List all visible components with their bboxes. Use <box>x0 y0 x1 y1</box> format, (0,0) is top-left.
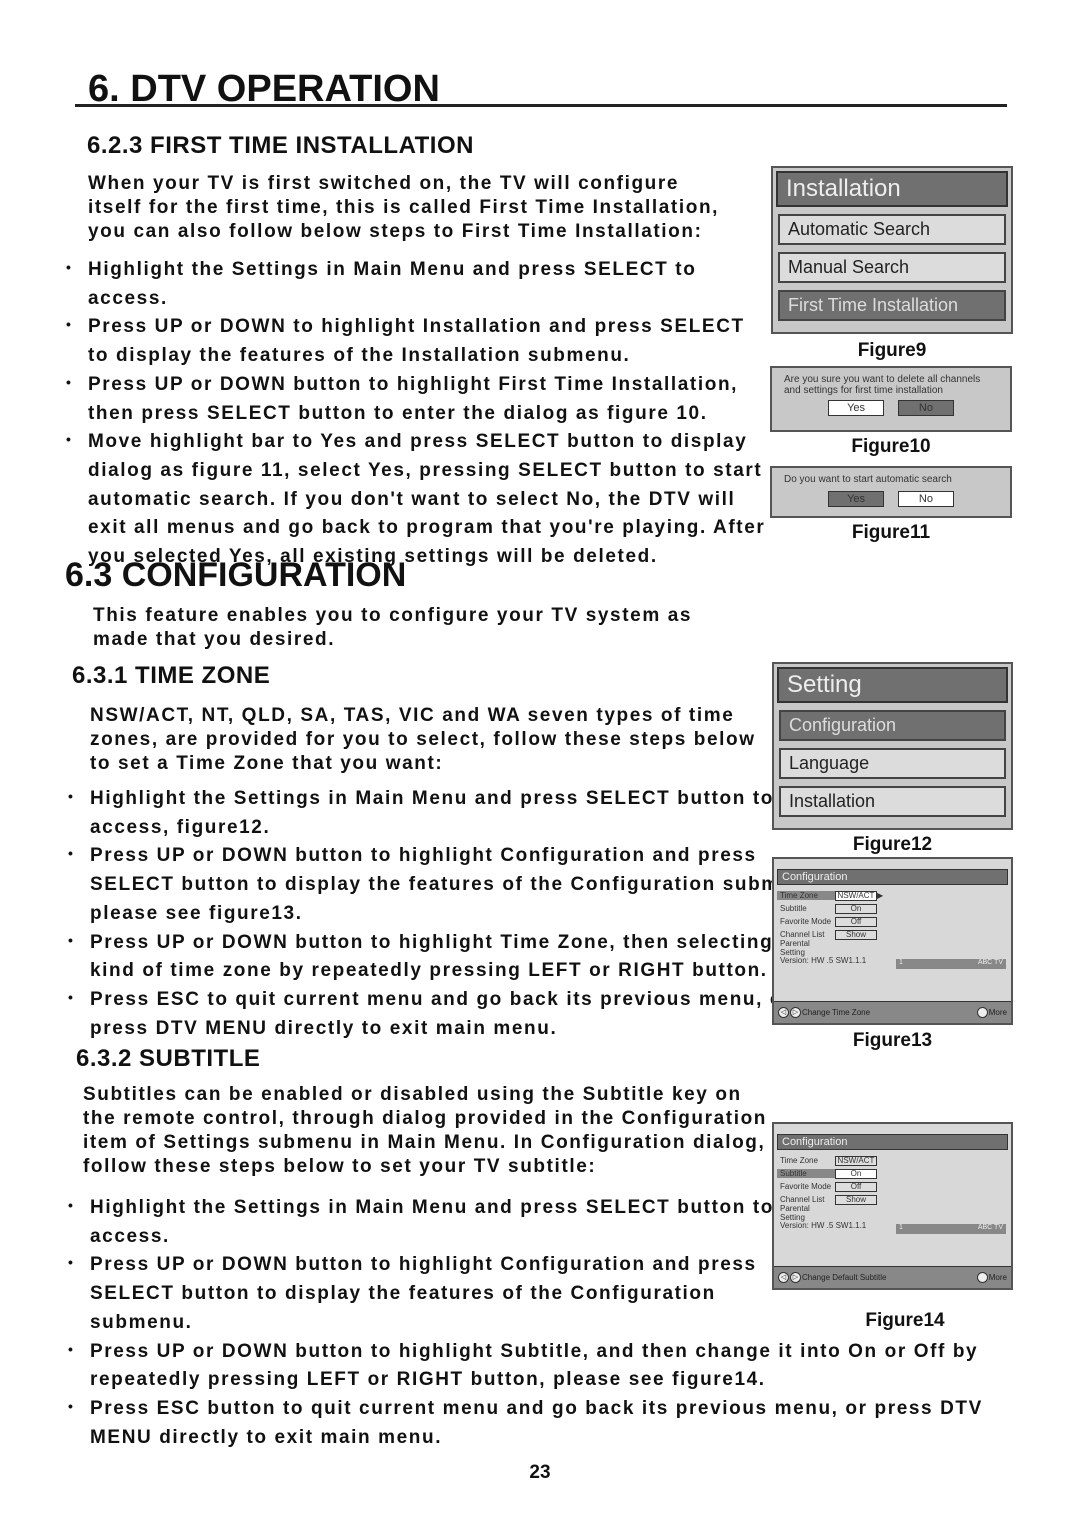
figure-caption: Figure14 <box>860 1310 950 1332</box>
list-item: Highlight the Settings in Main Menu and … <box>68 1191 788 1251</box>
list-item: Press ESC button to quit current menu an… <box>68 1392 988 1452</box>
row-label: Time Zone <box>780 1156 818 1165</box>
menu-item: First Time Installation <box>778 290 1006 321</box>
menu-item: Language <box>779 748 1006 779</box>
figure13-config: Configuration Time Zone NSW/ACT ▶ Subtitle… <box>772 857 1013 1025</box>
row-label: Subtitle <box>780 904 807 913</box>
section-title: 6.3 CONFIGURATION <box>65 556 407 594</box>
figure-caption: Figure13 <box>852 1030 933 1051</box>
more-label: More <box>988 1008 1007 1017</box>
menu-title: Configuration <box>777 1134 1008 1150</box>
version-text: Version: HW .5 SW1.1.1 <box>780 1221 867 1230</box>
figure14-config: Configuration Time Zone NSW/ACT Subtitle O… <box>772 1122 1013 1290</box>
page-number: 23 <box>529 1462 551 1483</box>
dialog-text: Are you sure you want to delete all chan… <box>784 374 981 396</box>
row-value: NSW/ACT <box>835 890 877 901</box>
paragraph: Subtitles can be enabled or disabled usi… <box>83 1084 767 1177</box>
more-label: More <box>988 1273 1007 1282</box>
list-item: Move highlight bar to Yes and press SELE… <box>66 425 771 572</box>
row-label: Favorite Mode <box>780 1182 832 1191</box>
row-value: NSW/ACT <box>835 1155 877 1166</box>
section-title: 6.3.1 TIME ZONE <box>72 662 271 689</box>
menu-item: Configuration <box>779 710 1006 741</box>
row-value: On <box>835 1168 877 1179</box>
menu-title: Installation <box>776 171 1008 207</box>
list-item: Press UP or DOWN button to highlight Con… <box>68 1248 788 1337</box>
title-rule <box>75 104 1007 107</box>
channel-name: ABC TV <box>977 1224 1003 1231</box>
right-arrow-icon: ▶ <box>877 891 884 900</box>
row-value: Show <box>835 929 877 940</box>
row-value: Show <box>835 1194 877 1205</box>
row-label: Subtitle <box>777 1169 835 1178</box>
menu-item: Automatic Search <box>778 214 1006 245</box>
channel-name: ABC TV <box>977 959 1003 966</box>
row-label: Time Zone <box>777 891 835 900</box>
right-arrow-icon: ▷ <box>790 1007 801 1018</box>
list-item: Highlight the Settings in Main Menu and … <box>66 253 771 313</box>
row-label: Parental Setting <box>780 1203 810 1222</box>
figure-caption: Figure9 <box>857 340 927 361</box>
figure11-dialog: Do you want to start automatic search Ye… <box>770 466 1012 518</box>
figure-caption: Figure10 <box>851 436 931 457</box>
figure-caption: Figure12 <box>852 834 933 855</box>
hint-text: Change Default Subtitle <box>802 1273 887 1282</box>
figure10-dialog: Are you sure you want to delete all chan… <box>770 366 1012 432</box>
row-label: Parental Setting <box>780 938 810 957</box>
section-title: 6.3.2 SUBTITLE <box>76 1045 261 1072</box>
paragraph: This feature enables you to configure yo… <box>93 605 693 650</box>
menu-item: Manual Search <box>778 252 1006 283</box>
no-button: No <box>897 400 954 416</box>
list-item: Press UP or DOWN button to highlight Tim… <box>68 925 828 986</box>
menu-title: Configuration <box>777 869 1008 885</box>
paragraph: NSW/ACT, NT, QLD, SA, TAS, VIC and WA se… <box>90 705 756 774</box>
list-item: Press UP or DOWN to highlight Installati… <box>66 310 771 370</box>
yes-button: Yes <box>828 491 885 507</box>
version-text: Version: HW .5 SW1.1.1 <box>780 956 867 965</box>
more-icon <box>976 1272 988 1283</box>
paragraph: When your TV is first switched on, the T… <box>88 173 720 242</box>
channel-number: 1 <box>899 1224 903 1231</box>
list-item: Highlight the Settings in Main Menu and … <box>68 782 828 842</box>
menu-title: Setting <box>777 667 1008 703</box>
hint-text: Change Time Zone <box>802 1008 871 1017</box>
list-item: Press UP or DOWN button to highlight Sub… <box>68 1334 988 1395</box>
list-item: Press UP or DOWN button to highlight Fir… <box>66 368 771 428</box>
section-title: 6.2.3 FIRST TIME INSTALLATION <box>87 132 474 159</box>
row-value: On <box>835 903 877 914</box>
left-arrow-icon: ◁ <box>778 1007 789 1018</box>
left-arrow-icon: ◁ <box>778 1272 789 1283</box>
dialog-text: Do you want to start automatic search <box>784 474 952 485</box>
no-button: No <box>897 491 954 507</box>
channel-bar: 1 ABC TV <box>896 959 1006 969</box>
menu-item: Installation <box>779 786 1006 817</box>
row-label: Favorite Mode <box>780 917 832 926</box>
figure12-menu: Setting Configuration Language Installat… <box>772 662 1013 830</box>
list-item: Press ESC to quit current menu and go ba… <box>68 983 828 1043</box>
yes-button: Yes <box>828 400 885 416</box>
channel-number: 1 <box>899 959 903 966</box>
row-value: Off <box>835 916 877 927</box>
row-value: Off <box>835 1181 877 1192</box>
figure9-menu: Installation Automatic Search Manual Sea… <box>771 166 1013 334</box>
list-item: Press UP or DOWN button to highlight Con… <box>68 839 828 928</box>
figure-caption: Figure11 <box>851 522 931 543</box>
right-arrow-icon: ▷ <box>790 1272 801 1283</box>
more-icon <box>976 1007 988 1018</box>
channel-bar: 1 ABC TV <box>896 1224 1006 1234</box>
